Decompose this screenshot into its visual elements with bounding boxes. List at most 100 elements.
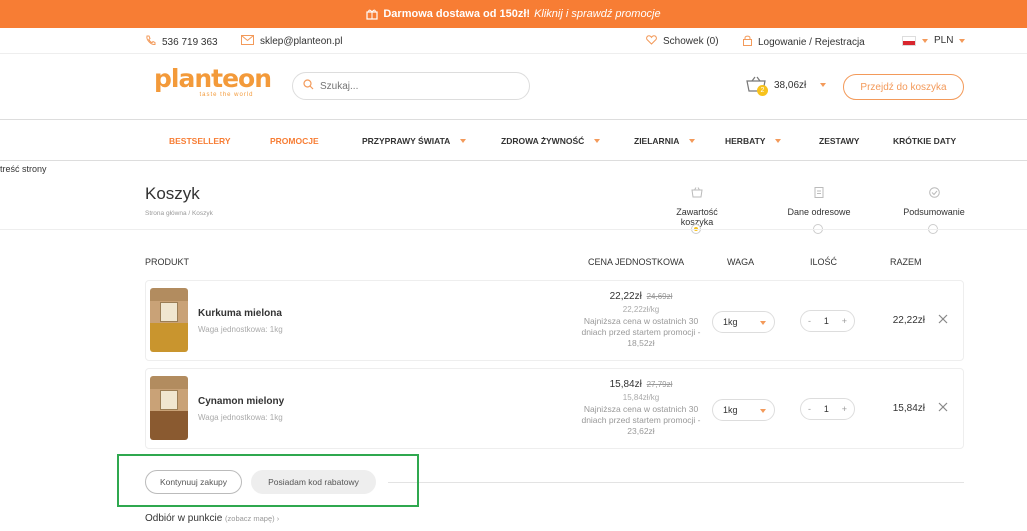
nav-item-label: PRZYPRAWY ŚWIATA	[362, 136, 451, 146]
product-label-graphic	[160, 390, 178, 410]
login-label: Logowanie / Rejestracja	[758, 36, 865, 48]
current-price: 15,84zł	[609, 379, 642, 390]
nav-item-bestsellery[interactable]: BESTSELLERY	[169, 136, 231, 146]
old-price: 27,79zł	[646, 380, 673, 389]
currency-label: PLN	[934, 35, 954, 46]
nav-item-promocje[interactable]: PROMOCJE	[270, 136, 319, 146]
line-total: 15,84zł	[892, 403, 925, 414]
step-cart-contents[interactable]: Zawartość koszyka	[659, 187, 735, 234]
chevron-down-icon	[460, 139, 467, 143]
lowest-price-note: Najniższa cena w ostatnich 30 dniach prz…	[581, 316, 701, 348]
nav-item-zdrowa-zywnosc[interactable]: ZDROWA ŻYWNOŚĆ	[501, 136, 601, 146]
logo-word: planteon	[154, 64, 272, 93]
product-unit-weight: Waga jednostkowa: 1kg	[198, 413, 283, 422]
pickup-option[interactable]: Odbiór w punkcie (zobacz mapę) ›	[145, 513, 279, 524]
close-icon	[938, 402, 948, 412]
col-product: PRODUKT	[145, 257, 190, 267]
phone-number: 536 719 363	[162, 36, 218, 48]
nav-item-przyprawy[interactable]: PRZYPRAWY ŚWIATA	[362, 136, 467, 146]
remove-item-button[interactable]	[938, 313, 948, 327]
nav-item-label: PROMOCJE	[270, 136, 319, 146]
see-map-link[interactable]: (zobacz mapę)	[225, 514, 275, 523]
nav-item-zestawy[interactable]: ZESTAWY	[819, 136, 859, 146]
email-contact[interactable]: sklep@planteon.pl	[241, 35, 342, 48]
step-address[interactable]: Dane odresowe	[785, 187, 853, 234]
remove-item-button[interactable]	[938, 401, 948, 415]
product-label-graphic	[160, 302, 178, 322]
product-image[interactable]	[150, 288, 188, 352]
step-summary[interactable]: Podsumowanie	[901, 187, 967, 234]
nav-item-label: ZIELARNIA	[634, 136, 680, 146]
skip-to-content-link[interactable]: treść strony	[0, 164, 47, 174]
search-box[interactable]	[292, 72, 530, 100]
decrease-button[interactable]: -	[808, 316, 811, 326]
highlight-box	[117, 454, 419, 507]
phone-icon	[145, 35, 156, 49]
quantity-stepper[interactable]: - 1 +	[800, 310, 855, 332]
nav-item-label: HERBATY	[725, 136, 766, 146]
nav-item-krotkie-daty[interactable]: KRÓTKIE DATY	[893, 136, 956, 146]
phone-contact[interactable]: 536 719 363	[145, 35, 218, 49]
col-total: RAZEM	[890, 257, 922, 267]
product-image[interactable]	[150, 376, 188, 440]
product-name[interactable]: Cynamon mielony	[198, 396, 284, 407]
lowest-price-note: Najniższa cena w ostatnich 30 dniach prz…	[581, 404, 701, 436]
step-label: Dane odresowe	[787, 207, 851, 217]
weight-value: 1kg	[723, 317, 738, 327]
chevron-down-icon	[922, 38, 928, 43]
email-address: sklep@planteon.pl	[260, 36, 343, 47]
page-title: Koszyk	[145, 184, 200, 203]
nav-item-label: KRÓTKIE DATY	[893, 136, 957, 146]
currency-selector[interactable]: PLN	[902, 35, 966, 46]
chevron-down-icon	[594, 139, 601, 143]
main-nav: BESTSELLERY PROMOCJE PRZYPRAWY ŚWIATA ZD…	[0, 121, 1027, 161]
login-link[interactable]: Logowanie / Rejestracja	[743, 35, 865, 49]
product-name[interactable]: Kurkuma mielona	[198, 308, 282, 319]
mail-icon	[241, 35, 254, 48]
pickup-label: Odbiór w punkcie	[145, 513, 223, 524]
col-qty: ILOŚĆ	[810, 257, 838, 267]
cart-total: 38,06zł	[774, 79, 807, 91]
search-input[interactable]	[320, 80, 500, 92]
promo-bar[interactable]: Darmowa dostawa od 150zł! Kliknij i spra…	[0, 0, 1027, 28]
promo-bold-text: Darmowa dostawa od 150zł!	[383, 8, 531, 20]
poland-flag-icon	[902, 35, 916, 46]
quantity-value: 1	[823, 404, 829, 414]
logo[interactable]: planteon taste the world	[154, 64, 272, 99]
increase-button[interactable]: +	[842, 316, 847, 326]
lock-icon	[743, 35, 752, 49]
chevron-down-icon	[775, 139, 782, 143]
quantity-value: 1	[823, 316, 829, 326]
gift-icon	[366, 8, 378, 20]
contact-bar: 536 719 363 sklep@planteon.pl Schowek (0…	[0, 28, 1027, 54]
divider	[0, 229, 1027, 230]
wishlist-link[interactable]: Schowek (0)	[646, 35, 719, 48]
breadcrumb[interactable]: Strona główna / Koszyk	[145, 210, 213, 217]
chevron-down-icon	[959, 38, 966, 43]
go-to-cart-button[interactable]: Przejdź do koszyka	[843, 74, 964, 100]
mini-cart[interactable]: 2 38,06zł	[746, 76, 827, 96]
price-per-kg: 22,22zł/kg	[622, 305, 660, 314]
nav-item-zielarnia[interactable]: ZIELARNIA	[634, 136, 696, 146]
product-unit-weight: Waga jednostkowa: 1kg	[198, 325, 283, 334]
chevron-right-icon: ›	[274, 514, 280, 523]
nav-item-herbaty[interactable]: HERBATY	[725, 136, 782, 146]
increase-button[interactable]: +	[842, 404, 847, 414]
chevron-down-icon	[820, 83, 827, 87]
wishlist-label: Schowek (0)	[663, 36, 719, 47]
weight-select[interactable]: 1kg	[712, 399, 775, 421]
divider	[388, 482, 964, 483]
nav-item-label: ZESTAWY	[819, 136, 860, 146]
chevron-down-icon	[689, 139, 696, 143]
basket-icon: 2	[746, 76, 768, 96]
promo-link-text[interactable]: Kliknij i sprawdź promocje	[534, 8, 661, 20]
check-circle-icon	[901, 187, 967, 201]
basket-icon	[659, 187, 735, 201]
step-label: Podsumowanie	[903, 207, 965, 217]
weight-select[interactable]: 1kg	[712, 311, 775, 333]
cart-item-row: Cynamon mielony Waga jednostkowa: 1kg 15…	[145, 368, 964, 449]
quantity-stepper[interactable]: - 1 +	[800, 398, 855, 420]
decrease-button[interactable]: -	[808, 404, 811, 414]
nav-item-label: ZDROWA ŻYWNOŚĆ	[501, 136, 585, 146]
col-weight: WAGA	[727, 257, 755, 267]
